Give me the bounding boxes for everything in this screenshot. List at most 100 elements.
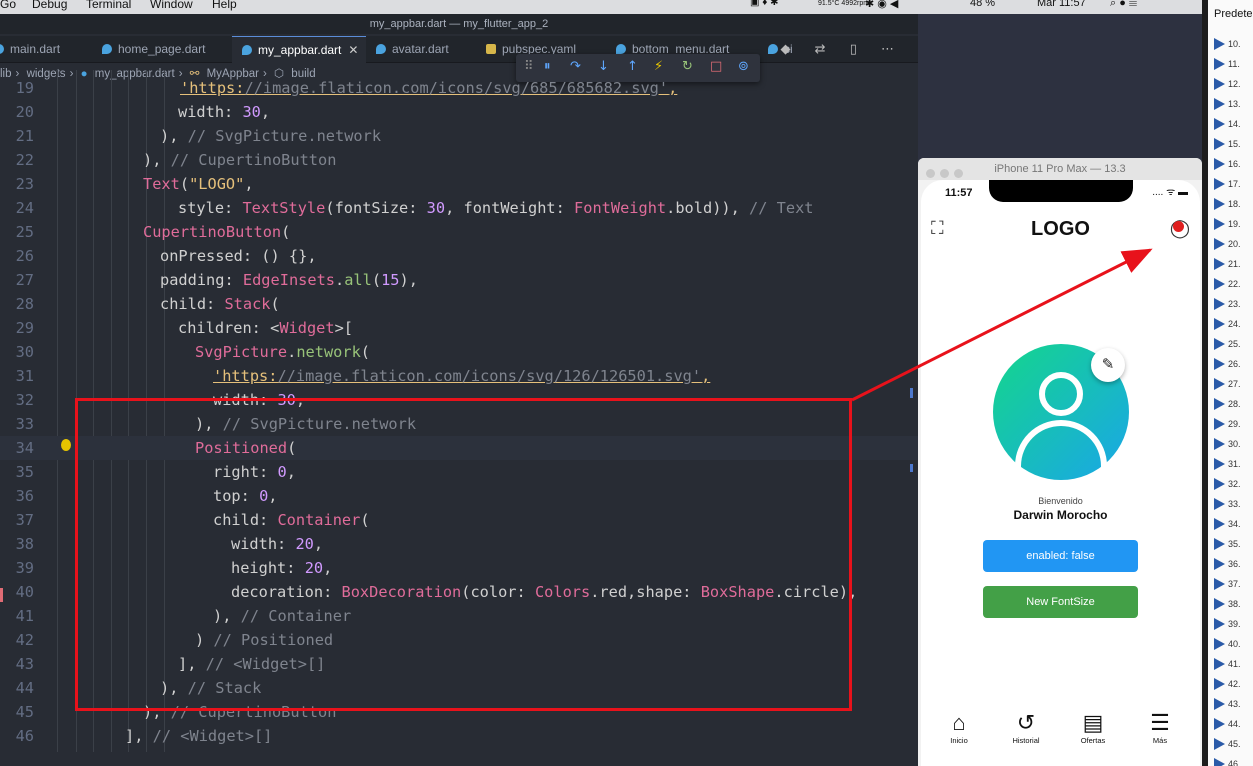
playlist-item[interactable]: 17. [1214, 178, 1241, 198]
line-number[interactable]: 36 [0, 484, 34, 508]
code-line[interactable]: 27 padding: EdgeInsets.all(15), [0, 268, 918, 292]
code-line[interactable]: 21), // SvgPicture.network [0, 124, 918, 148]
playlist-item[interactable]: 30. [1214, 438, 1241, 458]
line-number[interactable]: 32 [0, 388, 34, 412]
playlist-item[interactable]: 44. [1214, 718, 1241, 738]
code-line[interactable]: 28 child: Stack( [0, 292, 918, 316]
playlist-item[interactable]: 20. [1214, 238, 1241, 258]
playlist-item[interactable]: 46. [1214, 758, 1241, 766]
line-number[interactable]: 45 [0, 700, 34, 724]
playlist-item[interactable]: 25. [1214, 338, 1241, 358]
playlist-item[interactable]: 38. [1214, 598, 1241, 618]
playlist-item[interactable]: 43. [1214, 698, 1241, 718]
line-number[interactable]: 43 [0, 652, 34, 676]
line-number[interactable]: 27 [0, 268, 34, 292]
line-number[interactable]: 35 [0, 460, 34, 484]
editor-actions[interactable]: ◆ ⇄ ▯ ⋯ [781, 36, 904, 63]
playlist-item[interactable]: 41. [1214, 658, 1241, 678]
code-line[interactable]: 20 width: 30, [0, 100, 918, 124]
lightbulb-icon[interactable] [61, 439, 71, 451]
nav-inicio[interactable]: ⌂ Inicio [929, 710, 989, 745]
code-line[interactable]: 30 SvgPicture.network( [0, 340, 918, 364]
playlist-item[interactable]: 36. [1214, 558, 1241, 578]
tab-my-appbar[interactable]: my_appbar.dart ✕ [232, 36, 366, 63]
playlist-item[interactable]: 40. [1214, 638, 1241, 658]
code-line[interactable]: 22), // CupertinoButton [0, 148, 918, 172]
line-number[interactable]: 22 [0, 148, 34, 172]
enabled-button[interactable]: enabled: false [983, 540, 1138, 572]
tab-avatar[interactable]: avatar.dart [376, 36, 476, 63]
code-line[interactable]: 25 CupertinoButton( [0, 220, 918, 244]
nav-ofertas[interactable]: ▤ Ofertas [1063, 710, 1123, 745]
playlist-item[interactable]: 35. [1214, 538, 1241, 558]
code-line[interactable]: 24 style: TextStyle(fontSize: 30, fontWei… [0, 196, 918, 220]
line-number[interactable]: 46 [0, 724, 34, 748]
line-number[interactable]: 29 [0, 316, 34, 340]
zoom-dot[interactable] [954, 169, 963, 178]
playlist-item[interactable]: 29. [1214, 418, 1241, 438]
playlist-item[interactable]: 45. [1214, 738, 1241, 758]
tab-main[interactable]: main.dart [0, 36, 94, 63]
playlist-item[interactable]: 16. [1214, 158, 1241, 178]
line-number[interactable]: 21 [0, 124, 34, 148]
menu-go[interactable]: Go [0, 0, 16, 11]
code-line[interactable]: 19 'https://image.flaticon.com/icons/svg/… [0, 76, 918, 100]
tab-home-page[interactable]: home_page.dart [100, 36, 230, 63]
line-number[interactable]: 34 [0, 436, 34, 460]
playlist-item[interactable]: 11. [1214, 58, 1240, 78]
code-line[interactable]: 46], // <Widget>[] [0, 724, 918, 748]
close-icon[interactable]: ✕ [348, 43, 358, 57]
line-number[interactable]: 26 [0, 244, 34, 268]
menu-help[interactable]: Help [212, 0, 237, 11]
code-line[interactable]: 29 children: <Widget>[ [0, 316, 918, 340]
line-number[interactable]: 37 [0, 508, 34, 532]
code-line[interactable]: 47), // Row [0, 748, 918, 752]
line-number[interactable]: 33 [0, 412, 34, 436]
playlist-item[interactable]: 14. [1214, 118, 1241, 138]
playlist-item[interactable]: 22. [1214, 278, 1241, 298]
playlist-item[interactable]: 13. [1214, 98, 1241, 118]
line-number[interactable]: 20 [0, 100, 34, 124]
playlist-item[interactable]: 27. [1214, 378, 1241, 398]
playlist-item[interactable]: 19. [1214, 218, 1241, 238]
line-number[interactable]: 44 [0, 676, 34, 700]
playlist-item[interactable]: 10. [1214, 38, 1241, 58]
playlist-item[interactable]: 33. [1214, 498, 1241, 518]
line-number[interactable]: 39 [0, 556, 34, 580]
code-line[interactable]: 26 onPressed: () {}, [0, 244, 918, 268]
menu-debug[interactable]: Debug [32, 0, 67, 11]
search-icon[interactable]: ⌕ ● ☰ [1110, 0, 1137, 10]
playlist-item[interactable]: 32. [1214, 478, 1241, 498]
playlist-item[interactable]: 18. [1214, 198, 1241, 218]
line-number[interactable]: 25 [0, 220, 34, 244]
playlist-item[interactable]: 21. [1214, 258, 1241, 278]
nav-mas[interactable]: ☰ Más [1130, 710, 1190, 745]
line-number[interactable]: 47 [0, 748, 34, 752]
playlist-item[interactable]: 28. [1214, 398, 1241, 418]
menu-terminal[interactable]: Terminal [86, 0, 131, 11]
line-number[interactable]: 19 [0, 76, 34, 100]
minimize-dot[interactable] [940, 169, 949, 178]
playlist-item[interactable]: 15. [1214, 138, 1241, 158]
playlist-item[interactable]: 37. [1214, 578, 1241, 598]
line-number[interactable]: 28 [0, 292, 34, 316]
new-fontsize-button[interactable]: New FontSize [983, 586, 1138, 618]
line-number[interactable]: 41 [0, 604, 34, 628]
playlist-item[interactable]: 24. [1214, 318, 1241, 338]
playlist-item[interactable]: 26. [1214, 358, 1241, 378]
line-number[interactable]: 42 [0, 628, 34, 652]
line-number[interactable]: 31 [0, 364, 34, 388]
playlist-item[interactable]: 12. [1214, 78, 1241, 98]
line-number[interactable]: 30 [0, 340, 34, 364]
playlist-item[interactable]: 31. [1214, 458, 1241, 478]
close-dot[interactable] [926, 169, 935, 178]
line-number[interactable]: 40 [0, 580, 34, 604]
wifi-icon[interactable]: ✱ ◉ ◀ [865, 0, 898, 10]
line-number[interactable]: 23 [0, 172, 34, 196]
edit-icon[interactable]: ✎ [1091, 348, 1125, 382]
line-number[interactable]: 38 [0, 532, 34, 556]
nav-historial[interactable]: ↺ Historial [996, 710, 1056, 745]
code-line[interactable]: 23 Text("LOGO", [0, 172, 918, 196]
line-number[interactable]: 24 [0, 196, 34, 220]
playlist-item[interactable]: 39. [1214, 618, 1241, 638]
